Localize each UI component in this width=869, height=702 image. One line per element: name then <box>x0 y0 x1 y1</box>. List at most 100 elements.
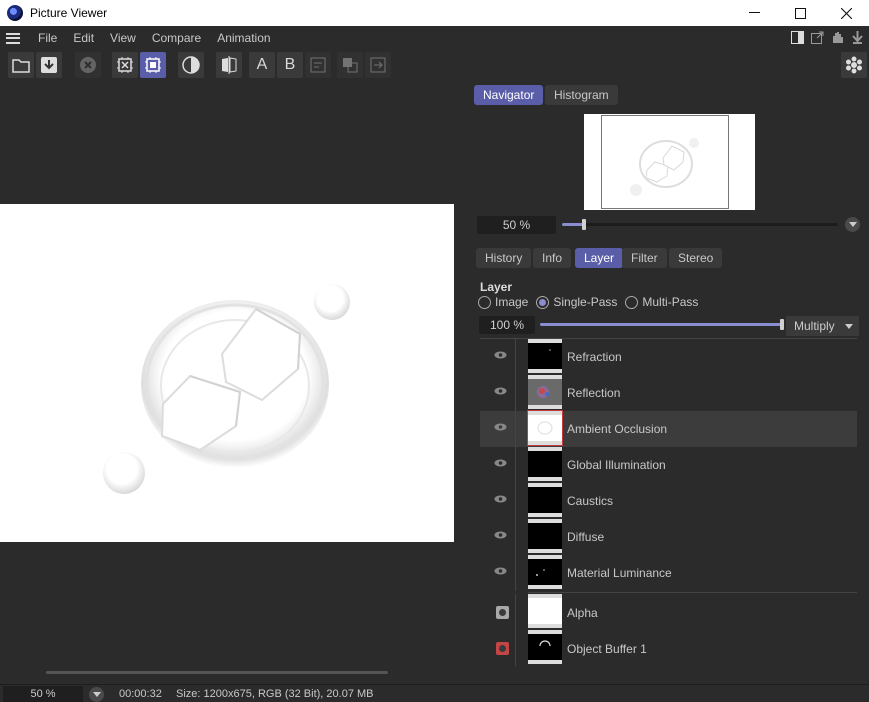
rendered-image <box>0 204 454 542</box>
layer-name: Ambient Occlusion <box>567 422 668 436</box>
chevron-down-icon <box>845 324 853 329</box>
b-buffer-button[interactable]: B <box>277 52 303 78</box>
panel-layout-icon[interactable] <box>790 30 805 45</box>
layer-row-diffuse[interactable]: Diffuse <box>480 519 857 555</box>
object-buffer-icon[interactable] <box>496 642 509 655</box>
navigator-zoom-fill <box>562 223 584 226</box>
opacity-handle[interactable] <box>780 319 784 330</box>
navigator-zoom-handle[interactable] <box>582 219 586 230</box>
minimize-button[interactable] <box>731 0 777 26</box>
navigator-zoom-slider[interactable] <box>562 223 838 226</box>
a-buffer-button[interactable]: A <box>249 52 275 78</box>
tab-layer[interactable]: Layer <box>575 248 624 268</box>
contrast-button[interactable] <box>178 52 204 78</box>
radio-single-pass[interactable] <box>536 295 550 309</box>
chevron-down-icon <box>92 692 101 697</box>
eye-icon[interactable] <box>493 421 508 433</box>
tab-histogram[interactable]: Histogram <box>545 85 618 105</box>
status-zoom-field[interactable]: 50 % <box>3 686 83 702</box>
render-settings-button[interactable] <box>841 52 867 78</box>
render-settings-icon <box>846 56 862 74</box>
copy-layer-button[interactable] <box>337 52 363 78</box>
radio-single-pass-label[interactable]: Single-Pass <box>553 295 617 309</box>
tab-filter[interactable]: Filter <box>622 248 667 268</box>
image-info: Size: 1200x675, RGB (32 Bit), 20.07 MB <box>176 688 374 700</box>
tab-info[interactable]: Info <box>533 248 572 268</box>
region-render-button[interactable] <box>112 52 138 78</box>
layer-thumbnail <box>528 483 562 517</box>
close-button[interactable] <box>823 0 869 26</box>
menu-edit[interactable]: Edit <box>65 31 102 45</box>
layer-thumbnail <box>528 339 562 373</box>
opacity-field[interactable]: 100 % <box>479 316 535 334</box>
layer-thumbnail <box>528 594 562 628</box>
tab-history[interactable]: History <box>476 248 532 268</box>
layer-mode-group: Image Single-Pass Multi-Pass <box>478 295 702 309</box>
radio-image-label[interactable]: Image <box>495 295 528 309</box>
layer-row-alpha[interactable]: Alpha <box>480 594 857 630</box>
contrast-icon <box>182 56 200 74</box>
menu-bar: File Edit View Compare Animation <box>0 26 869 50</box>
pan-hand-icon[interactable] <box>830 30 845 45</box>
eye-icon[interactable] <box>493 457 508 469</box>
layer-row-refraction[interactable]: Refraction <box>480 339 857 375</box>
navigator-preview[interactable] <box>584 114 755 210</box>
menu-file[interactable]: File <box>30 31 65 45</box>
menu-view[interactable]: View <box>102 31 144 45</box>
alpha-channel-icon[interactable] <box>496 606 509 619</box>
eye-icon[interactable] <box>493 493 508 505</box>
layer-row-reflection[interactable]: Reflection <box>480 375 857 411</box>
layer-thumbnail <box>528 447 562 481</box>
eye-icon[interactable] <box>493 565 508 577</box>
title-bar: Picture Viewer <box>0 0 869 26</box>
export-button[interactable] <box>365 52 391 78</box>
close-icon <box>840 7 852 19</box>
radio-multi-pass-label[interactable]: Multi-Pass <box>642 295 698 309</box>
open-folder-button[interactable] <box>8 52 34 78</box>
menu-compare[interactable]: Compare <box>144 31 209 45</box>
eye-icon[interactable] <box>493 385 508 397</box>
layer-name: Caustics <box>567 494 614 508</box>
eye-icon[interactable] <box>493 349 508 361</box>
hamburger-menu-icon[interactable] <box>6 32 20 44</box>
tab-stereo[interactable]: Stereo <box>669 248 723 268</box>
interactive-render-button[interactable] <box>140 52 166 78</box>
layer-row-global-illumination[interactable]: Global Illumination <box>480 447 857 483</box>
horizontal-scrollbar[interactable] <box>46 671 388 674</box>
save-download-icon <box>41 57 57 73</box>
layer-thumbnail <box>528 555 562 589</box>
window-title: Picture Viewer <box>30 6 108 20</box>
radio-image[interactable] <box>478 295 491 309</box>
navigator-zoom-field[interactable]: 50 % <box>477 216 556 234</box>
menu-animation[interactable]: Animation <box>209 31 278 45</box>
stop-render-button[interactable] <box>75 52 101 78</box>
ab-compare-button[interactable] <box>216 52 242 78</box>
layer-thumbnail <box>528 375 562 409</box>
layer-name: Global Illumination <box>567 458 666 472</box>
layer-row-caustics[interactable]: Caustics <box>480 483 857 519</box>
layer-row-material-luminance[interactable]: Material Luminance <box>480 555 857 591</box>
layer-name: Refraction <box>567 350 622 364</box>
open-folder-icon <box>12 59 30 73</box>
external-window-icon[interactable] <box>810 30 825 45</box>
pin-down-icon[interactable] <box>850 30 865 45</box>
layer-name: Alpha <box>567 606 598 620</box>
compare-text-button[interactable] <box>305 52 331 78</box>
eye-icon[interactable] <box>493 529 508 541</box>
interactive-render-icon <box>145 57 161 73</box>
layer-thumbnail <box>528 630 562 664</box>
zoom-dropdown-button[interactable] <box>845 217 860 232</box>
copy-layer-icon <box>343 58 358 73</box>
stop-icon <box>80 57 96 73</box>
maximize-icon <box>794 7 806 19</box>
layer-row-ambient-occlusion[interactable]: Ambient Occlusion <box>480 410 857 447</box>
image-viewport[interactable] <box>0 82 465 682</box>
status-zoom-dropdown[interactable] <box>89 687 104 702</box>
maximize-button[interactable] <box>777 0 823 26</box>
blend-mode-dropdown[interactable]: Multiply <box>786 316 859 336</box>
save-button[interactable] <box>36 52 62 78</box>
radio-multi-pass[interactable] <box>625 295 639 309</box>
navigator-view-frame[interactable] <box>601 115 729 209</box>
tab-navigator[interactable]: Navigator <box>474 85 544 105</box>
layer-row-object-buffer-1[interactable]: Object Buffer 1 <box>480 630 857 666</box>
